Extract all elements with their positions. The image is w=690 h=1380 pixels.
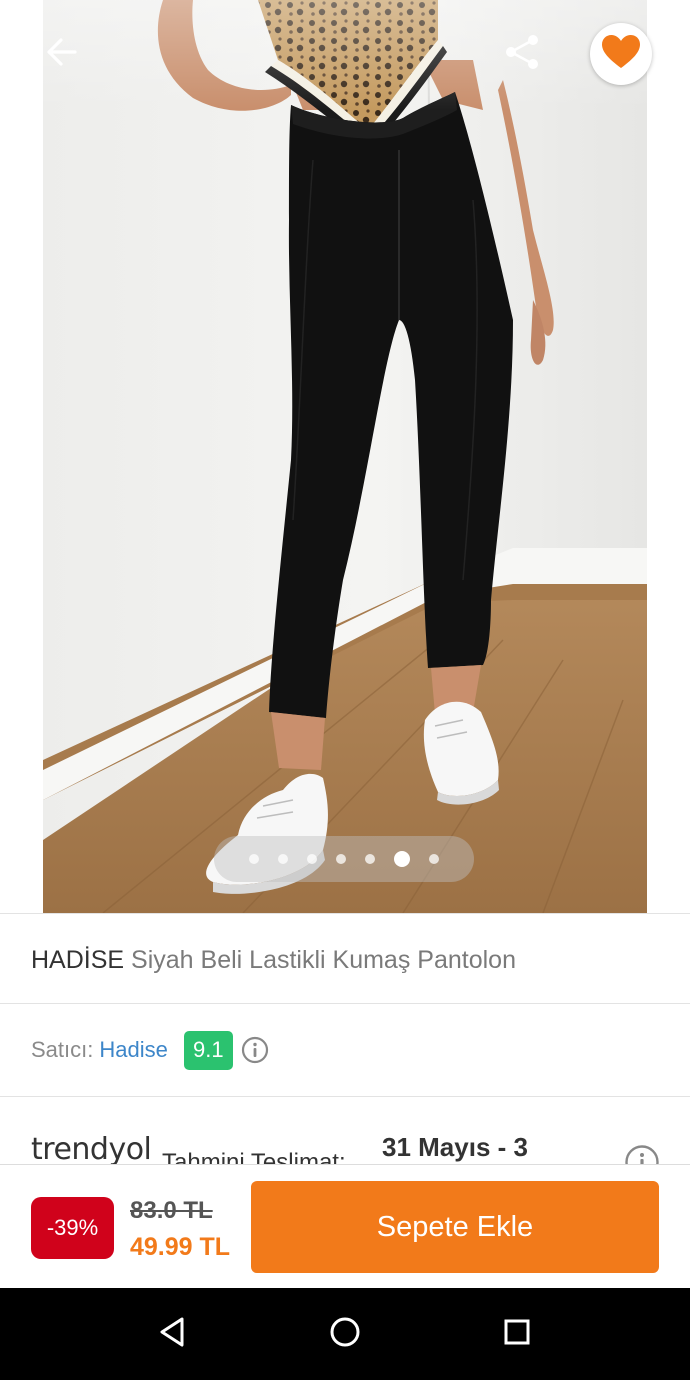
product-image-gallery[interactable] (0, 0, 690, 913)
delivery-label: Tahmini Teslimat: (162, 1149, 346, 1164)
pagination-dot-active[interactable] (394, 851, 410, 867)
nav-recents-square-icon (503, 1318, 531, 1351)
product-photo[interactable] (43, 0, 647, 913)
nav-back-triangle-icon (157, 1316, 187, 1353)
system-navigation-bar (0, 1288, 690, 1380)
trendyol-logo: trendyol (31, 1132, 152, 1164)
pagination-dot[interactable] (249, 854, 259, 864)
favorite-button[interactable] (590, 23, 652, 85)
seller-name-link[interactable]: Hadise (99, 1037, 167, 1063)
product-title: HADİSE Siyah Beli Lastikli Kumaş Pantolo… (31, 946, 516, 975)
share-button[interactable] (496, 28, 548, 80)
product-name: Siyah Beli Lastikli Kumaş Pantolon (131, 946, 516, 974)
pagination-dot[interactable] (429, 854, 439, 864)
nav-home-button[interactable] (321, 1310, 369, 1358)
nav-recents-button[interactable] (493, 1310, 541, 1358)
discount-badge: -39% (31, 1197, 114, 1259)
seller-label: Satıcı: (31, 1037, 94, 1062)
back-button[interactable] (36, 28, 88, 80)
purchase-bar: -39% 83.0 TL 49.99 TL Sepete Ekle (0, 1164, 690, 1288)
nav-home-circle-icon (329, 1316, 361, 1353)
pagination-dot[interactable] (307, 854, 317, 864)
add-to-cart-button[interactable]: Sepete Ekle (251, 1181, 659, 1273)
info-icon[interactable] (241, 1036, 269, 1064)
pagination-dot[interactable] (336, 854, 346, 864)
pagination-dot[interactable] (278, 854, 288, 864)
gallery-pagination (214, 836, 474, 882)
divider (0, 913, 690, 914)
pagination-dot[interactable] (365, 854, 375, 864)
old-price: 83.0 TL (130, 1197, 213, 1224)
seller-row: Satıcı: Hadise 9.1 (31, 1030, 269, 1070)
divider (0, 1096, 690, 1097)
divider (0, 1003, 690, 1004)
share-icon (502, 32, 542, 77)
sale-price: 49.99 TL (130, 1233, 231, 1261)
delivery-date: 31 Mayıs - 3 (382, 1132, 528, 1162)
product-brand[interactable]: HADİSE (31, 946, 124, 974)
info-icon[interactable] (624, 1144, 660, 1164)
nav-back-button[interactable] (148, 1310, 196, 1358)
heart-icon (601, 34, 641, 75)
delivery-section: trendyol Tahmini Teslimat: 31 Mayıs - 3 (0, 1098, 690, 1164)
seller-rating-badge: 9.1 (183, 1030, 233, 1070)
back-arrow-icon (45, 35, 79, 74)
